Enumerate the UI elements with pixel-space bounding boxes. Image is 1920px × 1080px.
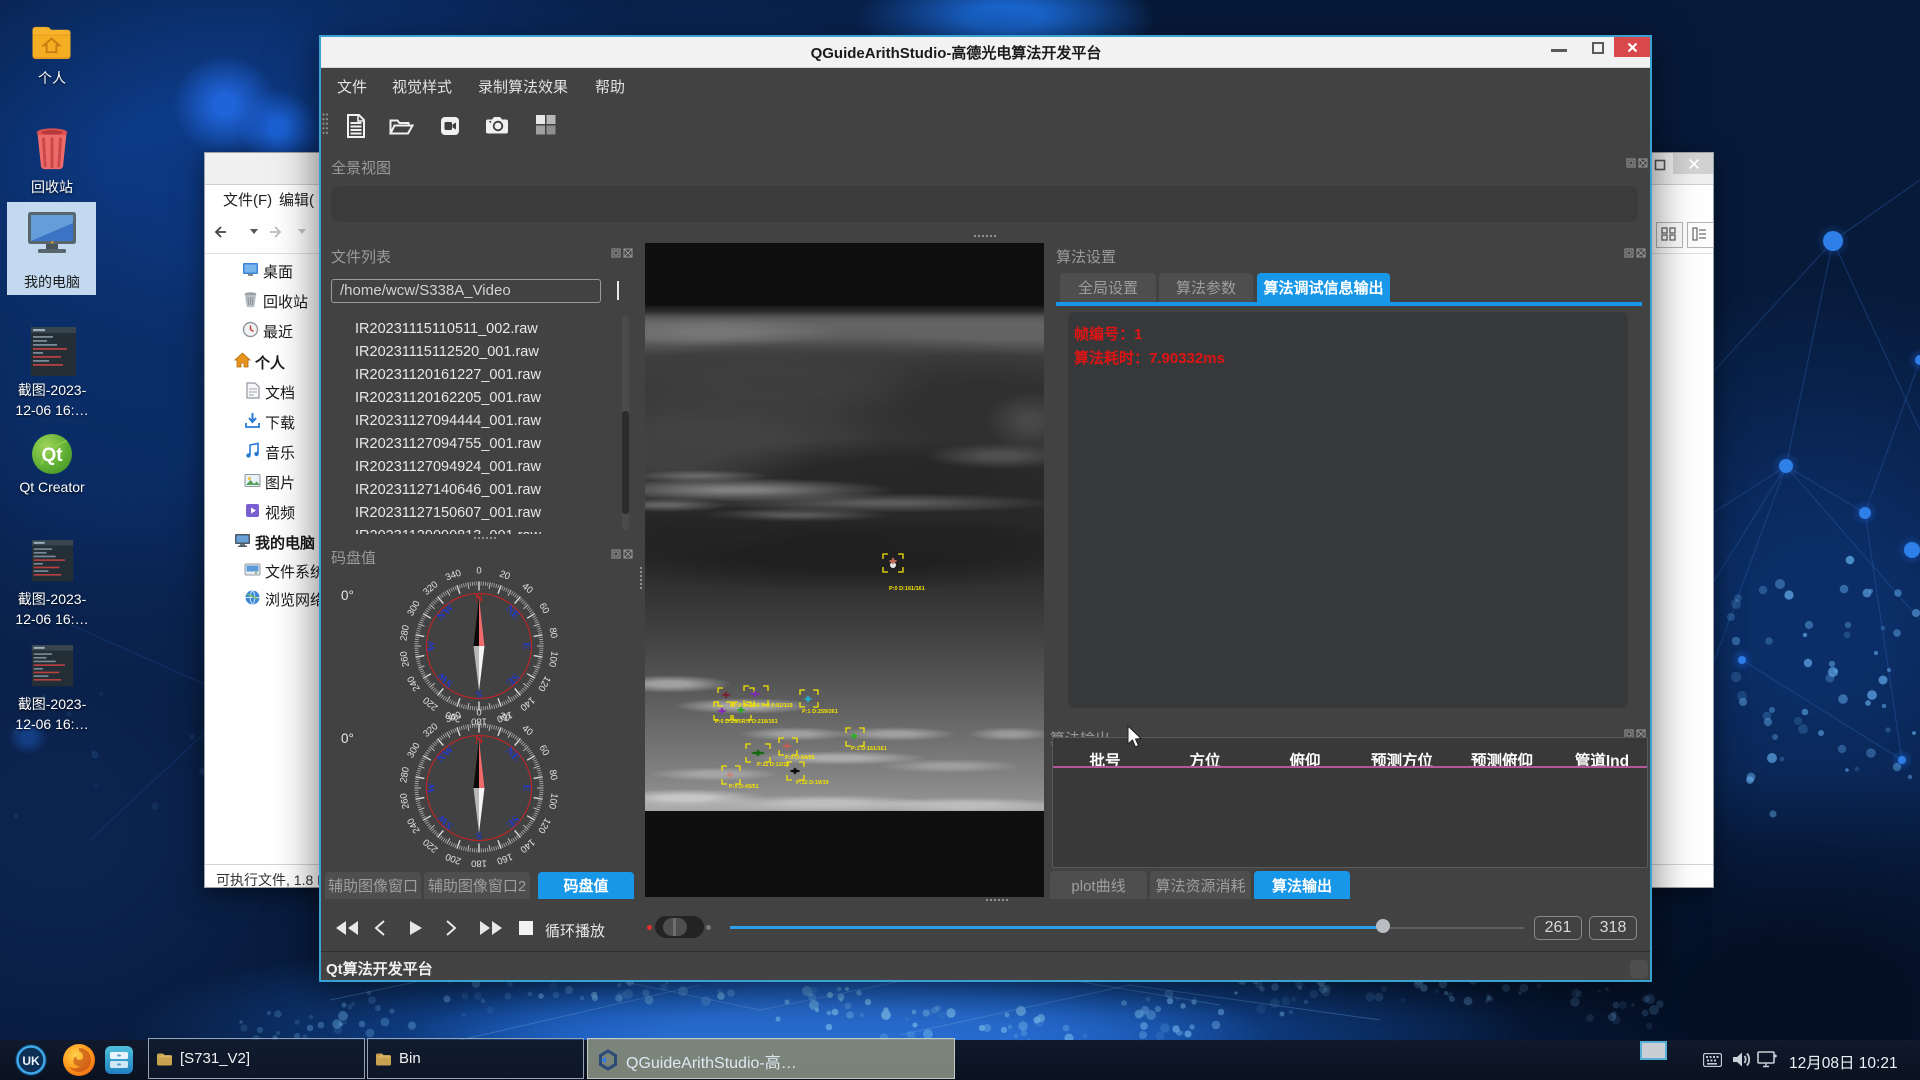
svg-text:0: 0 <box>476 566 481 577</box>
svg-text:240: 240 <box>405 674 422 693</box>
svg-text:20: 20 <box>498 569 512 583</box>
svg-text:E: E <box>521 642 533 649</box>
svg-text:80: 80 <box>547 769 560 781</box>
svg-text:140: 140 <box>518 836 537 855</box>
svg-text:NE: NE <box>503 603 522 622</box>
svg-text:160: 160 <box>495 851 514 867</box>
svg-text:P:12 D:19/19: P:12 D:19/19 <box>796 780 829 786</box>
svg-text:300: 300 <box>405 599 422 618</box>
svg-text:20: 20 <box>498 711 512 725</box>
svg-text:220: 220 <box>421 836 440 855</box>
svg-text:P:1 D:161/161: P:1 D:161/161 <box>851 746 887 752</box>
svg-text:60: 60 <box>537 601 552 616</box>
svg-text:60: 60 <box>537 743 552 758</box>
svg-text:100: 100 <box>546 792 560 810</box>
svg-text:320: 320 <box>421 721 440 740</box>
svg-text:120: 120 <box>535 816 552 835</box>
svg-text:NW: NW <box>434 601 456 623</box>
svg-text:200: 200 <box>444 851 463 867</box>
svg-text:40: 40 <box>520 723 535 738</box>
svg-text:SW: SW <box>435 669 456 690</box>
svg-text:240: 240 <box>405 816 422 835</box>
svg-text:P:0 D:161/161: P:0 D:161/161 <box>889 586 925 592</box>
svg-text:NE: NE <box>503 745 522 764</box>
svg-text:80: 80 <box>547 627 560 639</box>
svg-text:E: E <box>521 784 533 791</box>
svg-text:280: 280 <box>398 766 412 784</box>
svg-text:W: W <box>426 641 438 652</box>
svg-text:P:0 D:7/54 P:0 0:81/119: P:0 D:7/54 P:0 0:81/119 <box>733 703 793 709</box>
svg-text:260: 260 <box>398 650 412 668</box>
svg-text:180: 180 <box>471 858 487 869</box>
svg-text:P:0 D:26/5R:0 D:218/161: P:0 D:26/5R:0 D:218/161 <box>715 719 778 725</box>
svg-text:SE: SE <box>504 671 522 689</box>
svg-text:UK: UK <box>22 1054 40 1068</box>
svg-text:W: W <box>426 783 438 794</box>
svg-text:320: 320 <box>421 579 440 598</box>
svg-text:NW: NW <box>434 743 456 765</box>
svg-text:120: 120 <box>535 674 552 693</box>
svg-text:260: 260 <box>398 792 412 810</box>
svg-text:SE: SE <box>504 813 522 831</box>
svg-text:Qt: Qt <box>41 445 63 466</box>
svg-text:300: 300 <box>405 741 422 760</box>
svg-text:340: 340 <box>444 710 463 726</box>
svg-text:40: 40 <box>520 581 535 596</box>
svg-text:280: 280 <box>398 624 412 642</box>
svg-text:SW: SW <box>435 811 456 832</box>
svg-text:P:0 D:45/51: P:0 D:45/51 <box>729 784 759 790</box>
svg-text:100: 100 <box>546 650 560 668</box>
svg-text:P:0 D:94/95: P:0 D:94/95 <box>785 755 815 761</box>
svg-text:P:1 D:259/261: P:1 D:259/261 <box>802 709 838 715</box>
svg-text:0: 0 <box>476 708 481 719</box>
svg-text:340: 340 <box>444 568 463 584</box>
svg-text:P:11 D:12/13: P:11 D:12/13 <box>757 762 789 768</box>
